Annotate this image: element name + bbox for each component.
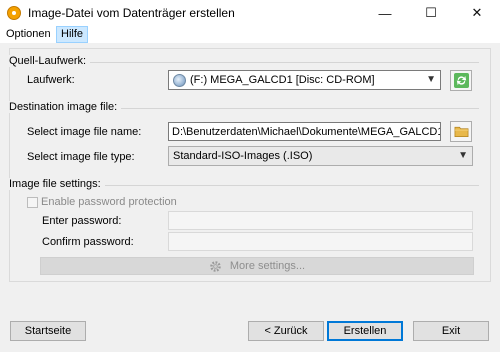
title-bar: Image-Datei vom Datenträger erstellen — … <box>0 0 500 26</box>
maximize-button[interactable]: ☐ <box>408 0 454 26</box>
enter-password-label: Enter password: <box>42 215 122 227</box>
close-icon: ✕ <box>471 5 483 20</box>
minimize-button[interactable]: — <box>362 0 408 26</box>
window-title: Image-Datei vom Datenträger erstellen <box>28 6 235 20</box>
back-label: < Zurück <box>264 325 308 337</box>
minimize-icon: — <box>378 5 392 21</box>
cd-drive-icon <box>173 74 186 87</box>
drive-select[interactable]: (F:) MEGA_GALCD1 [Disc: CD-ROM] ▼ <box>168 70 441 90</box>
maximize-icon: ☐ <box>425 5 437 20</box>
file-type-select[interactable]: Standard-ISO-Images (.ISO) ▼ <box>168 146 473 166</box>
menu-optionen[interactable]: Optionen <box>2 26 55 43</box>
more-settings-label: More settings... <box>229 260 306 272</box>
create-button[interactable]: Erstellen <box>327 321 403 341</box>
menu-bar: Optionen Hilfe <box>0 26 500 43</box>
start-page-label: Startseite <box>24 325 72 337</box>
destination-group: Destination image file: <box>9 101 479 113</box>
exit-button[interactable]: Exit <box>413 321 489 341</box>
destination-group-title: Destination image file: <box>9 101 122 113</box>
drive-label: Laufwerk: <box>27 74 75 86</box>
create-label: Erstellen <box>343 325 387 337</box>
drive-select-value: (F:) MEGA_GALCD1 [Disc: CD-ROM] <box>190 74 375 86</box>
password-protection-checkbox[interactable] <box>27 197 38 208</box>
folder-icon <box>454 126 468 138</box>
source-group-title: Quell-Laufwerk: <box>9 55 91 67</box>
confirm-password-label: Confirm password: <box>42 236 134 248</box>
exit-label: Exit <box>441 325 461 337</box>
chevron-down-icon: ▼ <box>458 150 468 161</box>
image-settings-group: Image file settings: <box>9 178 479 190</box>
file-name-input[interactable]: D:\Benutzerdaten\Michael\Dokumente\MEGA_… <box>168 122 441 141</box>
confirm-password-input[interactable] <box>168 232 473 251</box>
chevron-down-icon: ▼ <box>426 74 436 85</box>
file-type-label: Select image file type: <box>27 151 135 163</box>
menu-hilfe[interactable]: Hilfe <box>56 26 89 43</box>
refresh-button[interactable] <box>450 70 472 91</box>
file-type-select-value: Standard-ISO-Images (.ISO) <box>173 150 313 162</box>
refresh-icon <box>453 73 469 88</box>
source-drive-group: Quell-Laufwerk: <box>9 55 479 67</box>
file-name-label: Select image file name: <box>27 126 142 138</box>
app-icon <box>7 6 21 20</box>
back-button[interactable]: < Zurück <box>248 321 324 341</box>
more-settings-button[interactable]: More settings... <box>40 257 474 275</box>
password-protection-label: Enable password protection <box>41 196 177 208</box>
gear-icon <box>210 260 221 272</box>
close-button[interactable]: ✕ <box>454 0 500 26</box>
start-page-button[interactable]: Startseite <box>10 321 86 341</box>
enter-password-input[interactable] <box>168 211 473 230</box>
settings-group-title: Image file settings: <box>9 178 105 190</box>
browse-button[interactable] <box>450 121 472 142</box>
